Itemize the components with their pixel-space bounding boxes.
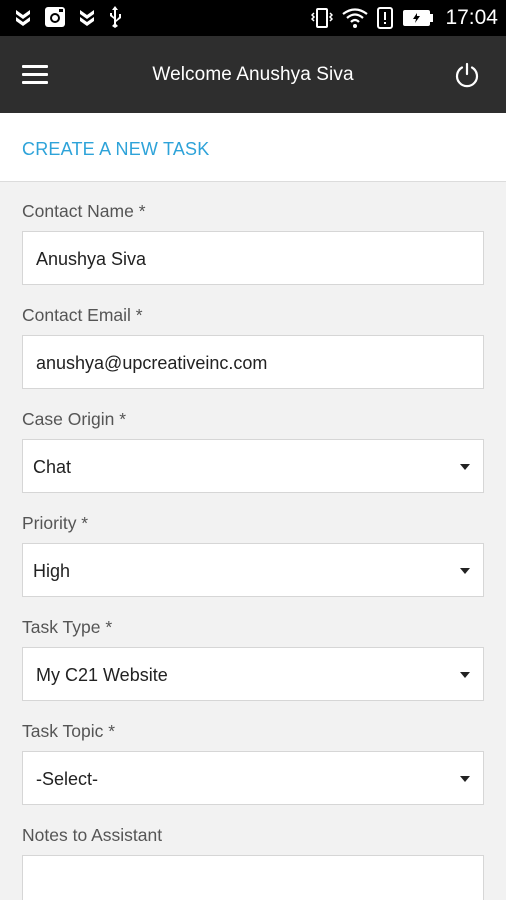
- case-origin-label: Case Origin *: [22, 409, 127, 429]
- notification-icon: [16, 10, 30, 26]
- task-type-value: My C21 Website: [36, 665, 168, 685]
- dropdown-arrow-icon: [460, 464, 470, 470]
- notes-textarea[interactable]: [22, 855, 484, 900]
- page-title: Welcome Anushya Siva: [152, 64, 354, 85]
- instagram-icon: [45, 7, 65, 27]
- wifi-icon: [342, 8, 369, 28]
- contact-email-value: anushya@upcreativeinc.com: [36, 353, 268, 373]
- contact-name-label: Contact Name *: [22, 201, 146, 221]
- status-time: 17:04: [445, 6, 498, 29]
- app-bar: Welcome Anushya Siva: [0, 36, 506, 113]
- usb-icon: [110, 6, 121, 28]
- priority-select[interactable]: High: [22, 543, 484, 597]
- task-type-select[interactable]: My C21 Website: [22, 647, 484, 701]
- contact-email-field[interactable]: anushya@upcreativeinc.com: [22, 335, 484, 389]
- priority-label: Priority *: [22, 513, 89, 533]
- contact-name-value: Anushya Siva: [36, 249, 147, 269]
- contact-name-field[interactable]: Anushya Siva: [22, 231, 484, 285]
- notification-icon: [80, 10, 94, 26]
- section-title: CREATE A NEW TASK: [22, 139, 210, 159]
- task-topic-select[interactable]: -Select-: [22, 751, 484, 805]
- task-type-label: Task Type *: [22, 617, 113, 637]
- task-topic-value: -Select-: [36, 769, 99, 789]
- battery-icon: [403, 10, 434, 26]
- vibrate-icon: [311, 8, 334, 28]
- section-header: CREATE A NEW TASK: [0, 113, 506, 182]
- dropdown-arrow-icon: [460, 672, 470, 678]
- contact-email-label: Contact Email *: [22, 305, 143, 325]
- dropdown-arrow-icon: [460, 776, 470, 782]
- case-origin-select[interactable]: Chat: [22, 439, 484, 493]
- dropdown-arrow-icon: [460, 568, 470, 574]
- notes-label: Notes to Assistant: [22, 825, 163, 845]
- case-origin-value: Chat: [33, 457, 72, 477]
- priority-value: High: [33, 561, 71, 581]
- alert-icon: [377, 7, 394, 29]
- status-bar: 17:04: [0, 0, 506, 36]
- task-topic-label: Task Topic *: [22, 721, 116, 741]
- power-icon[interactable]: [454, 62, 480, 88]
